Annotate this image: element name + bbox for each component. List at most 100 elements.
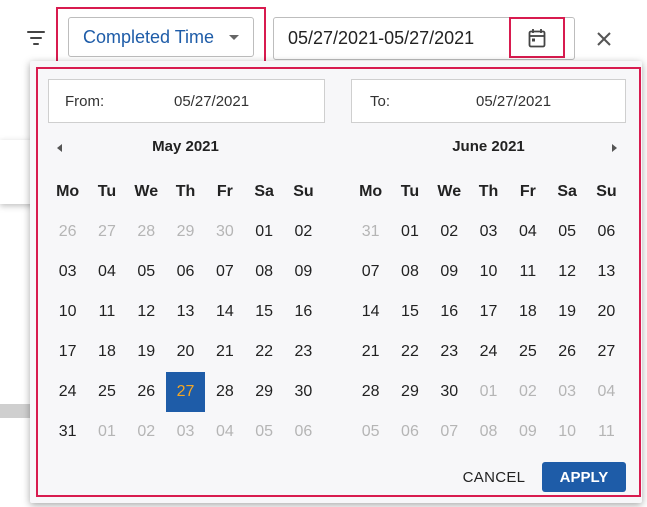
day-cell[interactable]: 06 <box>284 412 323 452</box>
day-cell[interactable]: 30 <box>284 372 323 412</box>
day-cell[interactable]: 12 <box>547 252 586 292</box>
day-cell-selected[interactable]: 27 <box>165 372 206 412</box>
day-cell[interactable]: 18 <box>87 332 126 372</box>
field-select-value: Completed Time <box>83 26 215 47</box>
chevron-down-icon <box>229 35 239 40</box>
day-cell[interactable]: 10 <box>48 292 87 332</box>
day-cell[interactable]: 13 <box>166 292 205 332</box>
day-cell[interactable]: 03 <box>547 372 586 412</box>
day-cell[interactable]: 30 <box>430 372 469 412</box>
day-cell[interactable]: 23 <box>284 332 323 372</box>
calendar-button[interactable] <box>509 17 565 58</box>
to-value: 05/27/2021 <box>476 92 552 110</box>
weekday-header: We <box>134 183 159 200</box>
day-cell[interactable]: 26 <box>48 212 87 252</box>
day-cell[interactable]: 06 <box>166 252 205 292</box>
day-cell[interactable]: 14 <box>205 292 244 332</box>
day-cell[interactable]: 27 <box>587 332 626 372</box>
day-cell[interactable]: 01 <box>469 372 508 412</box>
day-cell[interactable]: 01 <box>390 212 429 252</box>
day-cell[interactable]: 03 <box>469 212 508 252</box>
day-cell[interactable]: 11 <box>508 252 547 292</box>
day-cell[interactable]: 12 <box>127 292 166 332</box>
day-cell[interactable]: 16 <box>430 292 469 332</box>
day-cell[interactable]: 14 <box>351 292 390 332</box>
day-cell[interactable]: 15 <box>244 292 283 332</box>
day-cell[interactable]: 28 <box>351 372 390 412</box>
from-date-field[interactable]: From: 05/27/2021 <box>48 79 325 123</box>
weekday-header: Tu <box>400 183 420 200</box>
day-cell[interactable]: 21 <box>205 332 244 372</box>
day-cell[interactable]: 13 <box>587 252 626 292</box>
filter-list-icon[interactable] <box>25 28 47 48</box>
day-cell[interactable]: 02 <box>508 372 547 412</box>
day-cell[interactable]: 30 <box>205 212 244 252</box>
day-cell[interactable]: 18 <box>508 292 547 332</box>
day-cell[interactable]: 05 <box>351 412 390 452</box>
day-cell[interactable]: 04 <box>508 212 547 252</box>
day-cell[interactable]: 09 <box>508 412 547 452</box>
day-cell[interactable]: 05 <box>244 412 283 452</box>
day-cell[interactable]: 29 <box>390 372 429 412</box>
weekday-header: Su <box>596 183 617 200</box>
day-cell[interactable]: 17 <box>48 332 87 372</box>
day-cell[interactable]: 31 <box>48 412 87 452</box>
day-cell[interactable]: 25 <box>508 332 547 372</box>
day-cell[interactable]: 20 <box>166 332 205 372</box>
apply-button[interactable]: APPLY <box>542 462 626 492</box>
day-cell[interactable]: 08 <box>469 412 508 452</box>
day-cell[interactable]: 25 <box>87 372 126 412</box>
day-cell[interactable]: 02 <box>430 212 469 252</box>
day-cell[interactable]: 10 <box>547 412 586 452</box>
day-cell[interactable]: 04 <box>587 372 626 412</box>
day-cell[interactable]: 28 <box>205 372 244 412</box>
day-cell[interactable]: 15 <box>390 292 429 332</box>
day-cell[interactable]: 01 <box>87 412 126 452</box>
day-cell[interactable]: 06 <box>587 212 626 252</box>
day-cell[interactable]: 20 <box>587 292 626 332</box>
day-cell[interactable]: 02 <box>127 412 166 452</box>
day-cell[interactable]: 09 <box>284 252 323 292</box>
day-cell[interactable]: 19 <box>127 332 166 372</box>
day-cell[interactable]: 24 <box>469 332 508 372</box>
close-button[interactable] <box>592 28 616 52</box>
day-cell[interactable]: 16 <box>284 292 323 332</box>
day-cell[interactable]: 04 <box>87 252 126 292</box>
to-date-field[interactable]: To: 05/27/2021 <box>351 79 626 123</box>
day-cell[interactable]: 06 <box>390 412 429 452</box>
day-cell[interactable]: 05 <box>127 252 166 292</box>
day-cell[interactable]: 24 <box>48 372 87 412</box>
day-cell[interactable]: 08 <box>390 252 429 292</box>
day-cell[interactable]: 07 <box>430 412 469 452</box>
field-select[interactable]: Completed Time <box>68 17 254 57</box>
day-cell[interactable]: 07 <box>205 252 244 292</box>
day-cell[interactable]: 17 <box>469 292 508 332</box>
day-cell[interactable]: 26 <box>127 372 166 412</box>
day-cell[interactable]: 22 <box>244 332 283 372</box>
day-cell[interactable]: 02 <box>284 212 323 252</box>
day-cell[interactable]: 10 <box>469 252 508 292</box>
weekday-header: Th <box>478 183 499 200</box>
day-cell[interactable]: 01 <box>244 212 283 252</box>
day-cell[interactable]: 11 <box>87 292 126 332</box>
day-cell[interactable]: 29 <box>166 212 205 252</box>
day-cell[interactable]: 26 <box>547 332 586 372</box>
day-cell[interactable]: 19 <box>547 292 586 332</box>
day-cell[interactable]: 03 <box>48 252 87 292</box>
day-cell[interactable]: 21 <box>351 332 390 372</box>
day-cell[interactable]: 22 <box>390 332 429 372</box>
day-cell[interactable]: 28 <box>127 212 166 252</box>
day-cell[interactable]: 03 <box>166 412 205 452</box>
weekday-header: Fr <box>519 183 536 200</box>
day-cell[interactable]: 23 <box>430 332 469 372</box>
day-cell[interactable]: 29 <box>244 372 283 412</box>
day-cell[interactable]: 11 <box>587 412 626 452</box>
day-cell[interactable]: 05 <box>547 212 586 252</box>
day-cell[interactable]: 31 <box>351 212 390 252</box>
day-cell[interactable]: 04 <box>205 412 244 452</box>
day-cell[interactable]: 27 <box>87 212 126 252</box>
day-cell[interactable]: 08 <box>244 252 283 292</box>
day-cell[interactable]: 07 <box>351 252 390 292</box>
cancel-button[interactable]: CANCEL <box>455 462 533 492</box>
day-cell[interactable]: 09 <box>430 252 469 292</box>
